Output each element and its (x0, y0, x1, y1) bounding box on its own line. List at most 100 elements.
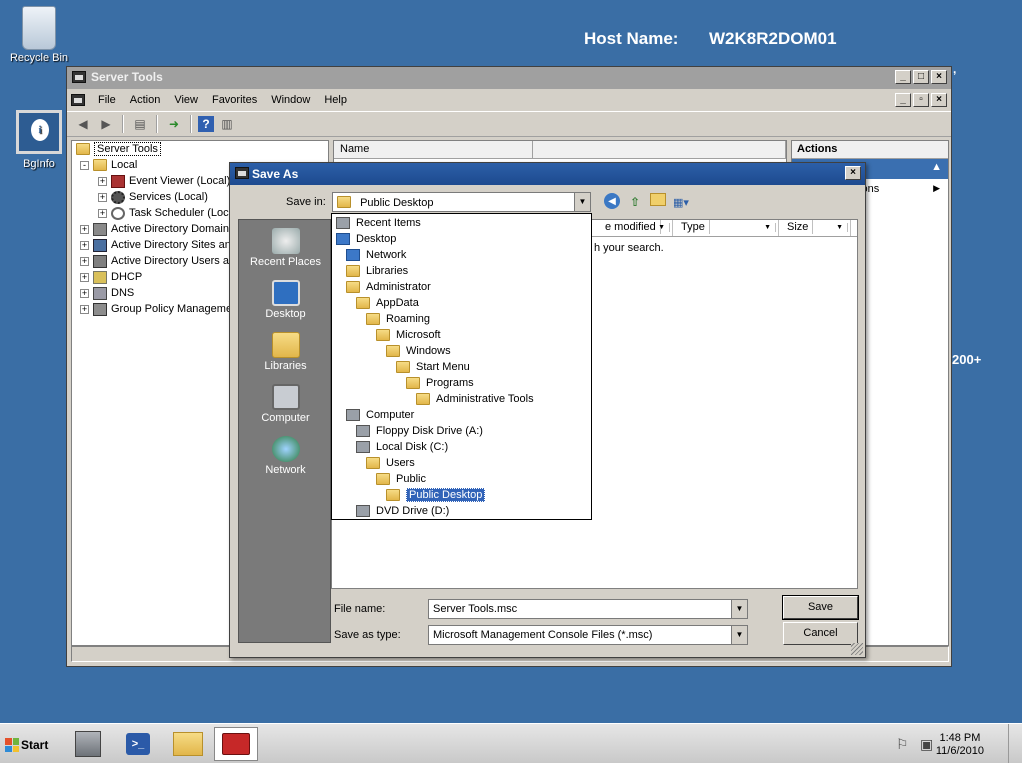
mmc-title-bar[interactable]: Server Tools _ □ × (67, 67, 951, 89)
system-clock[interactable]: 1:48 PM 11/6/2010 (936, 732, 984, 758)
collapse-up-icon[interactable]: ▲ (931, 161, 942, 173)
chevron-down-icon[interactable]: ▼ (731, 626, 747, 644)
list-item[interactable]: Public (376, 471, 426, 487)
place-libraries[interactable]: Libraries (239, 332, 332, 372)
taskbar-explorer[interactable] (166, 727, 210, 761)
column-size[interactable]: Size ▼ (779, 220, 851, 236)
list-item[interactable]: Local Disk (C:) (356, 439, 448, 455)
place-desktop[interactable]: Desktop (239, 280, 332, 320)
tree-item-label: DHCP (111, 271, 143, 283)
menu-file[interactable]: File (91, 94, 123, 106)
network-tray-icon[interactable]: ▣ (920, 736, 933, 753)
list-item[interactable]: Desktop (336, 231, 396, 247)
help-icon[interactable]: ? (198, 116, 214, 132)
taskbar-server-manager[interactable] (66, 727, 110, 761)
show-hide-action-pane-icon[interactable]: ▥ (217, 114, 237, 134)
expand-icon[interactable]: + (80, 288, 89, 298)
menu-window[interactable]: Window (264, 94, 317, 106)
list-item[interactable]: Administrator (346, 279, 431, 295)
column-type[interactable]: Type ▼ (673, 220, 779, 236)
list-item[interactable]: Recent Items (336, 215, 421, 231)
cancel-button[interactable]: Cancel (783, 622, 858, 645)
bginfo-shortcut[interactable]: i BgInfo (4, 110, 74, 170)
expand-icon[interactable]: + (80, 240, 89, 250)
expand-icon[interactable]: + (80, 304, 89, 314)
chevron-down-icon[interactable]: ▼ (760, 223, 776, 232)
chevron-down-icon[interactable]: ▼ (574, 193, 590, 211)
chevron-down-icon[interactable]: ▼ (731, 600, 747, 618)
file-name-input[interactable]: Server Tools.msc ▼ (428, 599, 748, 619)
child-close-button[interactable]: × (931, 93, 947, 107)
services-gear-icon (111, 190, 125, 204)
expand-icon[interactable]: + (98, 192, 107, 202)
list-item[interactable]: Users (366, 455, 415, 471)
menu-favorites[interactable]: Favorites (205, 94, 264, 106)
menu-view[interactable]: View (167, 94, 205, 106)
menu-help[interactable]: Help (317, 94, 354, 106)
back-icon[interactable]: ◀ (604, 193, 620, 209)
expand-icon[interactable]: + (80, 272, 89, 282)
column-date-modified[interactable]: e modified ▼ (597, 220, 673, 236)
collapse-icon[interactable]: - (80, 160, 89, 170)
expand-icon[interactable]: + (98, 208, 107, 218)
hard-disk-icon (356, 441, 370, 453)
save-in-combo[interactable]: Public Desktop ▼ (332, 192, 591, 212)
menu-app-icon[interactable] (71, 94, 85, 106)
list-item-label: Recent Items (356, 217, 421, 229)
bginfo-label: BgInfo (23, 158, 55, 170)
view-menu-icon[interactable]: ▦▾ (672, 193, 690, 211)
list-item[interactable]: Programs (406, 375, 474, 391)
place-computer[interactable]: Computer (239, 384, 332, 424)
windows-logo-icon (5, 738, 19, 752)
column-header-blank[interactable] (533, 141, 786, 158)
expand-icon[interactable]: + (80, 224, 89, 234)
list-item[interactable]: Administrative Tools (416, 391, 534, 407)
chevron-down-icon[interactable]: ▼ (832, 223, 848, 232)
maximize-button[interactable]: □ (913, 70, 929, 84)
minimize-button[interactable]: _ (895, 70, 911, 84)
action-center-flag-icon[interactable]: ⚐ (896, 736, 909, 753)
show-hide-tree-icon[interactable]: ▤ (130, 114, 150, 134)
child-minimize-button[interactable]: _ (895, 93, 911, 107)
list-item[interactable]: Computer (346, 407, 414, 423)
dialog-close-button[interactable]: × (845, 166, 861, 180)
menu-action[interactable]: Action (123, 94, 168, 106)
forward-arrow-icon[interactable]: ▶ (96, 114, 116, 134)
list-item[interactable]: Microsoft (376, 327, 441, 343)
resize-grip-icon[interactable] (851, 643, 863, 655)
list-item[interactable]: Floppy Disk Drive (A:) (356, 423, 483, 439)
list-item[interactable]: Windows (386, 343, 451, 359)
list-item[interactable]: Network (346, 247, 406, 263)
list-item[interactable]: AppData (356, 295, 419, 311)
chevron-down-icon[interactable]: ▼ (654, 223, 670, 232)
list-item[interactable]: DVD Drive (D:) (356, 503, 449, 519)
save-button[interactable]: Save (782, 595, 859, 620)
clock-time: 1:48 PM (939, 732, 981, 744)
taskbar-server-tools[interactable] (214, 727, 258, 761)
new-folder-icon[interactable] (650, 193, 666, 206)
expand-icon[interactable]: + (98, 176, 107, 186)
start-button[interactable]: Start (2, 732, 52, 758)
taskbar-powershell[interactable]: >_ (116, 727, 160, 761)
recycle-bin-shortcut[interactable]: Recycle Bin (4, 6, 74, 64)
close-button[interactable]: × (931, 70, 947, 84)
up-one-level-icon[interactable]: ⇧ (626, 193, 644, 211)
back-arrow-icon[interactable]: ◀ (73, 114, 93, 134)
expand-icon[interactable]: + (80, 256, 89, 266)
list-item-selected[interactable]: Public Desktop (386, 487, 486, 503)
place-label: Desktop (265, 308, 306, 320)
place-recent[interactable]: Recent Places (239, 228, 332, 268)
child-restore-button[interactable]: ▫ (913, 93, 929, 107)
folder-icon (337, 196, 351, 208)
folder-icon (376, 329, 390, 341)
show-desktop-button[interactable] (1008, 724, 1022, 763)
dialog-title-bar[interactable]: Save As × (230, 163, 865, 185)
save-as-type-select[interactable]: Microsoft Management Console Files (*.ms… (428, 625, 748, 645)
list-item[interactable]: Start Menu (396, 359, 470, 375)
column-header-name[interactable]: Name (334, 141, 534, 158)
export-list-icon[interactable]: ➜ (164, 114, 184, 134)
tree-item[interactable]: Server Tools (72, 141, 328, 157)
list-item[interactable]: Roaming (366, 311, 430, 327)
list-item[interactable]: Libraries (346, 263, 408, 279)
place-network[interactable]: Network (239, 436, 332, 476)
